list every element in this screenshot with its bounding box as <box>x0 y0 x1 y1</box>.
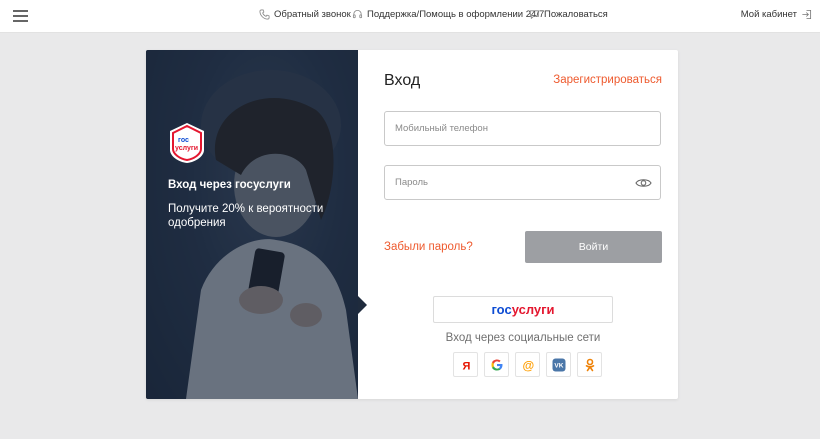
login-arrow-icon <box>802 9 812 20</box>
svg-text:@: @ <box>522 358 534 372</box>
top-navigation-bar: Обратный звонок Поддержка/Помощь в оформ… <box>0 0 820 33</box>
support-label: Поддержка/Помощь в оформлении 24/7 <box>367 9 545 20</box>
ok-icon <box>585 358 594 371</box>
google-login-button[interactable] <box>484 352 509 377</box>
headset-icon <box>352 9 363 19</box>
my-cabinet-label: Мой кабинет <box>740 9 797 20</box>
login-button[interactable]: Войти <box>525 231 662 263</box>
forgot-password-link[interactable]: Забыли пароль? <box>384 241 473 253</box>
support-link[interactable]: Поддержка/Помощь в оформлении 24/7 <box>352 9 544 20</box>
promo-text: Получите 20% к вероятности одобрения <box>168 203 324 229</box>
gosuslugi-promo-panel: гос услуги Вход через госуслуги Получите… <box>146 50 358 399</box>
phone-icon <box>259 9 270 20</box>
password-field <box>384 165 661 200</box>
password-input[interactable] <box>385 166 660 199</box>
login-card: гос услуги Вход через госуслуги Получите… <box>146 50 678 399</box>
mailru-login-button[interactable]: @ <box>515 352 540 377</box>
gosuslugi-logo-part-2: услуги <box>511 302 555 317</box>
social-login-title: Вход через социальные сети <box>445 332 601 344</box>
hamburger-menu-icon[interactable] <box>13 10 28 22</box>
callback-label: Обратный звонок <box>274 9 351 20</box>
vk-icon: VK <box>552 358 565 371</box>
badge-line-2: услуги <box>175 145 198 152</box>
complaint-label: Пожаловаться <box>544 9 608 20</box>
panel-pointer-arrow <box>358 296 367 314</box>
vk-login-button[interactable]: VK <box>546 352 571 377</box>
yandex-icon: Я <box>462 360 470 372</box>
yandex-login-button[interactable]: Я <box>453 352 478 377</box>
gosuslugi-logo-part-1: гос <box>491 302 512 317</box>
register-link[interactable]: Зарегистрироваться <box>553 74 662 86</box>
complaint-link[interactable]: Пожаловаться <box>529 9 608 20</box>
svg-text:Я: Я <box>462 360 470 372</box>
google-icon <box>491 359 502 370</box>
gosuslugi-login-button[interactable]: гос услуги <box>433 296 613 323</box>
gosuslugi-badge-icon: гос услуги <box>170 123 204 163</box>
chat-bubble-icon <box>529 10 540 19</box>
svg-text:VK: VK <box>554 362 563 369</box>
form-title: Вход <box>384 72 421 89</box>
phone-field <box>384 111 661 146</box>
mailru-icon: @ <box>522 358 534 372</box>
callback-link[interactable]: Обратный звонок <box>259 9 351 20</box>
phone-input[interactable] <box>385 112 660 145</box>
eye-icon[interactable] <box>635 176 652 190</box>
ok-login-button[interactable] <box>577 352 602 377</box>
badge-line-1: гос <box>178 137 189 144</box>
my-cabinet-link[interactable]: Мой кабинет <box>741 9 812 20</box>
social-login-buttons: Я @ VK <box>453 352 602 377</box>
promo-title: Вход через госуслуги <box>168 179 291 191</box>
login-form: Вход Зарегистрироваться Забыли пароль? В… <box>384 50 662 399</box>
